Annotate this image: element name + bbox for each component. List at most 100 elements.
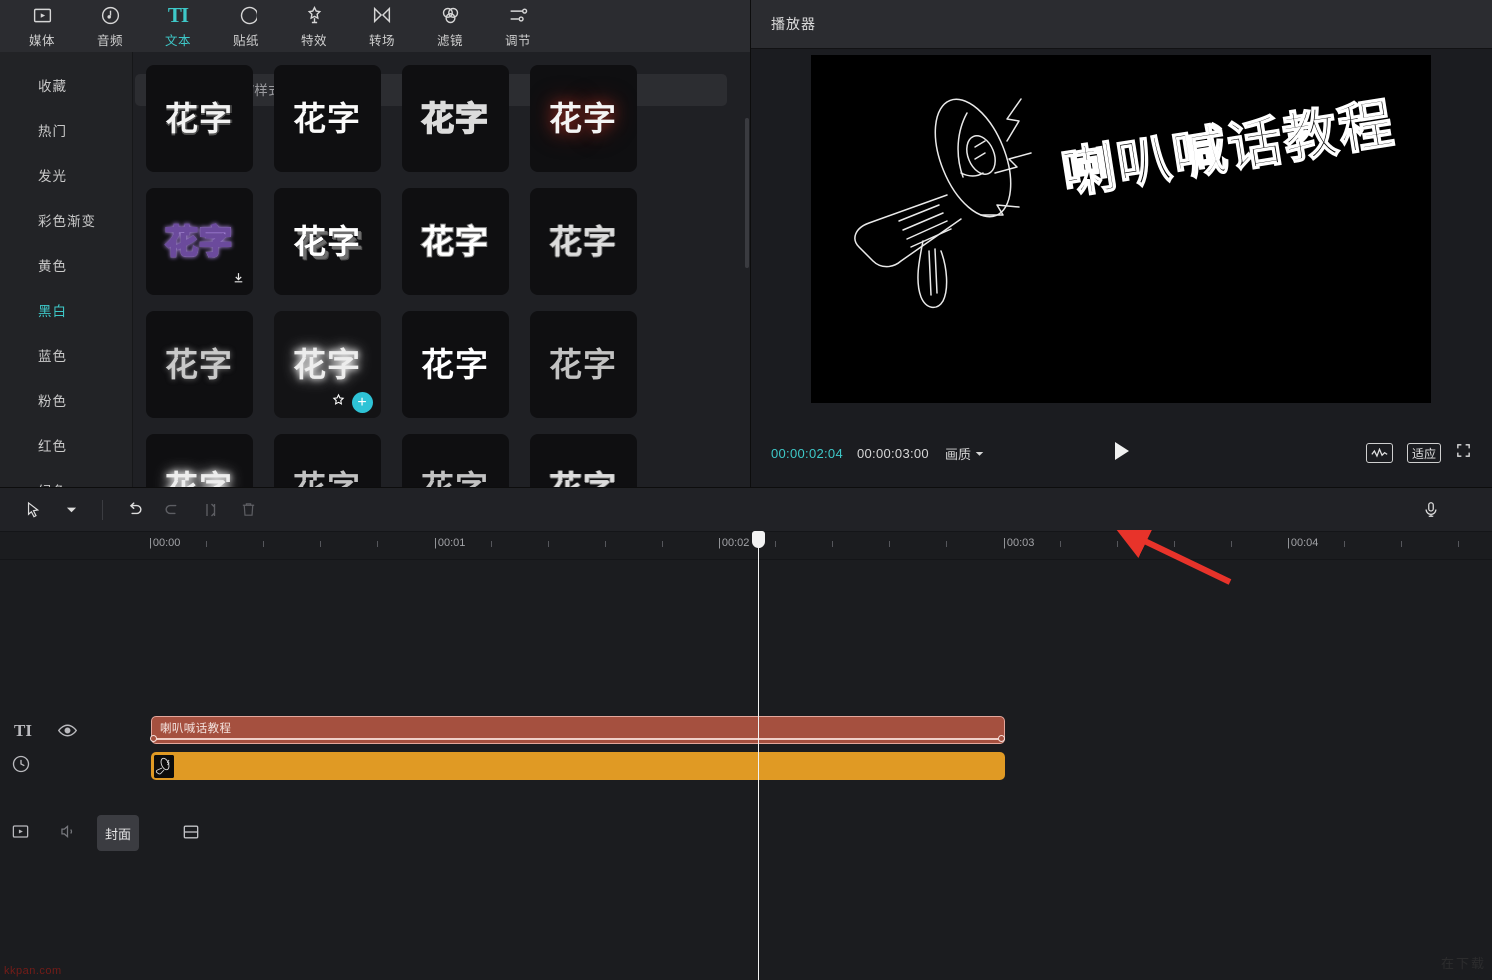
preview-stage[interactable]: 喇叭喊话教程 (811, 55, 1431, 403)
quality-label: 画质 (944, 446, 971, 462)
tab-filter[interactable]: 滤镜 (416, 1, 484, 51)
style-cell[interactable]: 花字 (529, 311, 637, 418)
cursor-icon[interactable] (16, 495, 50, 525)
audio-mute-icon[interactable] (58, 822, 77, 841)
style-cell[interactable]: 花字 (401, 188, 509, 295)
style-preview-text: 花字 (420, 223, 489, 260)
style-preview-text: 花字 (549, 471, 617, 487)
sidebar-label: 收藏 (38, 78, 67, 94)
style-cell-selected[interactable]: 花字 (145, 188, 253, 295)
text-icon: TI (167, 2, 189, 27)
trash-icon[interactable] (231, 495, 265, 525)
sidebar-label: 蓝色 (38, 348, 67, 364)
style-preview-text: 花字 (549, 346, 617, 383)
style-cell[interactable]: 花字 (273, 65, 381, 172)
sidebar-item-yellow[interactable]: 黄色 (0, 242, 132, 287)
style-cell[interactable]: 花字 (145, 311, 253, 418)
cover-button[interactable]: 封面 (97, 815, 139, 851)
tab-adjust[interactable]: 调节 (484, 1, 552, 51)
style-cell[interactable]: 花字 (401, 65, 509, 172)
sidebar-label: 红色 (38, 438, 67, 454)
tab-text-label: 文本 (164, 34, 191, 48)
playhead-knob[interactable] (752, 531, 765, 548)
player-title: 播放器 (771, 16, 816, 32)
video-track-icon[interactable] (11, 822, 30, 841)
undo-icon[interactable] (117, 495, 151, 525)
download-icon[interactable] (232, 271, 245, 289)
text-clip[interactable]: 喇叭喊话教程 (151, 716, 1005, 744)
style-cell[interactable]: 花字 (273, 188, 381, 295)
ruler-tick: 00:02 (718, 537, 750, 549)
tab-effects-label: 特效 (300, 34, 327, 48)
player-controls: 00:00:02:04 00:00:03:00 画质 适应 (751, 432, 1492, 474)
style-preview-text: 花字 (420, 100, 489, 137)
split-icon[interactable] (193, 495, 227, 525)
sidebar-item-pink[interactable]: 粉色 (0, 377, 132, 422)
fit-button[interactable]: 适应 (1406, 443, 1441, 463)
style-cell[interactable]: 花字 (145, 434, 253, 487)
style-cell[interactable]: 花字 (273, 434, 381, 487)
style-cell[interactable]: 花字 (529, 188, 637, 295)
tab-adjust-label: 调节 (504, 34, 531, 48)
microphone-icon[interactable] (1414, 495, 1448, 525)
tab-text[interactable]: TI 文本 (144, 1, 212, 51)
sidebar-label: 粉色 (38, 393, 67, 409)
media-icon (32, 3, 53, 27)
media-clip[interactable] (151, 752, 1005, 780)
keyframe-handle-left[interactable] (150, 735, 157, 742)
tab-transition-label: 转场 (368, 34, 395, 48)
style-preview-text: 花字 (165, 471, 233, 487)
tab-media[interactable]: 媒体 (8, 1, 76, 51)
redo-icon[interactable] (155, 495, 189, 525)
clock-icon[interactable] (11, 754, 31, 774)
waveform-icon[interactable] (1365, 443, 1393, 463)
timeline-ruler[interactable]: 00:00 00:01 00:02 00:03 00:04 (0, 532, 1492, 560)
ruler-tick: 00:04 (1287, 537, 1319, 549)
playhead[interactable] (752, 531, 765, 980)
sidebar-item-blue[interactable]: 蓝色 (0, 332, 132, 377)
style-preview-text: 花字 (549, 100, 617, 137)
watermark-bottom-left: kkpan.com (4, 965, 62, 977)
toolbar-divider (102, 499, 103, 520)
tab-sticker-label: 贴纸 (232, 34, 259, 48)
category-sidebar: 收藏 热门 发光 彩色渐变 黄色 黑白 蓝色 粉色 红色 绿色 (0, 52, 133, 487)
sidebar-item-hot[interactable]: 热门 (0, 107, 132, 152)
sidebar-item-blackwhite[interactable]: 黑白 (0, 287, 132, 332)
style-preview-text: 花字 (293, 100, 361, 137)
style-cell[interactable]: 花字 (529, 434, 637, 487)
style-preview-text: 花字 (293, 346, 361, 383)
effects-icon (304, 3, 325, 27)
tab-transition[interactable]: 转场 (348, 1, 416, 51)
sidebar-item-green[interactable]: 绿色 (0, 467, 132, 488)
quality-dropdown[interactable]: 画质 (945, 444, 984, 463)
sidebar-item-gradient[interactable]: 彩色渐变 (0, 197, 132, 242)
style-cell[interactable]: 花字 (401, 311, 509, 418)
timeline-panel: 00:00 00:01 00:02 00:03 00:04 TI (0, 488, 1492, 980)
tab-audio[interactable]: 音频 (76, 1, 144, 51)
style-preview-text: 花字 (293, 471, 361, 487)
audio-icon (100, 3, 121, 27)
play-button[interactable] (1113, 441, 1131, 466)
style-cell[interactable]: 花字 (529, 65, 637, 172)
star-icon[interactable] (332, 393, 345, 411)
plus-icon[interactable]: + (351, 392, 373, 413)
fullscreen-icon[interactable] (1455, 442, 1472, 464)
eye-icon[interactable] (57, 720, 78, 741)
sidebar-item-glow[interactable]: 发光 (0, 152, 132, 197)
tool-dropdown-chevron-down-icon[interactable] (54, 495, 88, 525)
keyframe-handle-right[interactable] (998, 735, 1005, 742)
grid-scrollbar[interactable] (745, 118, 749, 268)
player-panel: 播放器 喇叭喊话教程 00:00:02:04 00:00:03:00 画质 适应 (751, 0, 1492, 487)
style-grid-area: 花字 花字 花字 花字 花字 (133, 52, 750, 487)
sidebar-item-favorites[interactable]: 收藏 (0, 62, 132, 107)
tab-effects[interactable]: 特效 (280, 1, 348, 51)
ruler-tick: 00:03 (1003, 537, 1035, 549)
style-cell[interactable]: 花字 (401, 434, 509, 487)
style-cell[interactable]: 花字 (145, 65, 253, 172)
main-tabbar: 媒体 音频 TI 文本 贴纸 特效 转场 滤镜 调节 (0, 0, 750, 52)
tab-sticker[interactable]: 贴纸 (212, 1, 280, 51)
tab-filter-label: 滤镜 (436, 34, 463, 48)
frame-icon[interactable] (181, 822, 201, 842)
style-cell-hovered[interactable]: 花字 + (273, 311, 381, 418)
sidebar-item-red[interactable]: 红色 (0, 422, 132, 467)
